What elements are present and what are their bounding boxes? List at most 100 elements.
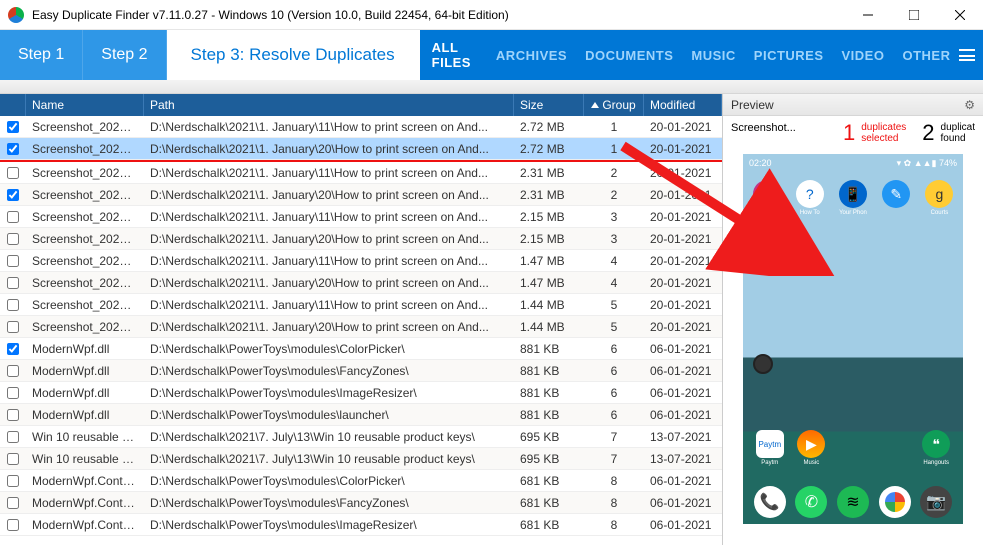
- cell-group: 5: [584, 298, 644, 312]
- col-path[interactable]: Path: [144, 94, 514, 116]
- cell-size: 1.47 MB: [514, 254, 584, 268]
- duplicates-found-count: 2: [922, 122, 934, 144]
- table-row[interactable]: Screenshot_202101...D:\Nerdschalk\2021\1…: [0, 316, 722, 338]
- tab-step3[interactable]: Step 3: Resolve Duplicates: [167, 30, 420, 80]
- row-checkbox[interactable]: [7, 143, 19, 155]
- table-row[interactable]: Screenshot_202101...D:\Nerdschalk\2021\1…: [0, 228, 722, 250]
- cell-name: Screenshot_202101...: [26, 210, 144, 224]
- table-row[interactable]: Screenshot_202101...D:\Nerdschalk\2021\1…: [0, 138, 722, 160]
- col-checkbox[interactable]: [0, 94, 26, 116]
- table-row[interactable]: Screenshot_202101...D:\Nerdschalk\2021\1…: [0, 162, 722, 184]
- table-row[interactable]: Screenshot_202101...D:\Nerdschalk\2021\1…: [0, 184, 722, 206]
- cell-path: D:\Nerdschalk\PowerToys\modules\FancyZon…: [144, 496, 514, 510]
- row-checkbox[interactable]: [7, 519, 19, 531]
- grid-header: Name Path Size Group Modified: [0, 94, 722, 116]
- row-checkbox[interactable]: [7, 343, 19, 355]
- table-row[interactable]: ModernWpf.dllD:\Nerdschalk\PowerToys\mod…: [0, 338, 722, 360]
- preview-image: 02:20▾ ✿ ▲▲▮ 74% Instagram ?How To 📱Your…: [743, 154, 963, 524]
- filter-other[interactable]: Other: [902, 48, 950, 63]
- row-checkbox[interactable]: [7, 233, 19, 245]
- row-checkbox[interactable]: [7, 387, 19, 399]
- cell-size: 881 KB: [514, 342, 584, 356]
- hamburger-menu[interactable]: [950, 30, 983, 80]
- cell-name: ModernWpf.dll: [26, 364, 144, 378]
- table-row[interactable]: Screenshot_202101...D:\Nerdschalk\2021\1…: [0, 272, 722, 294]
- cell-path: D:\Nerdschalk\2021\1. January\11\How to …: [144, 254, 514, 268]
- table-row[interactable]: ModernWpf.dllD:\Nerdschalk\PowerToys\mod…: [0, 382, 722, 404]
- table-row[interactable]: ModernWpf.dllD:\Nerdschalk\PowerToys\mod…: [0, 360, 722, 382]
- col-name[interactable]: Name: [26, 94, 144, 116]
- tab-step2[interactable]: Step 2: [83, 30, 166, 80]
- cell-path: D:\Nerdschalk\2021\1. January\11\How to …: [144, 210, 514, 224]
- row-checkbox[interactable]: [7, 211, 19, 223]
- table-row[interactable]: Win 10 reusable pro...D:\Nerdschalk\2021…: [0, 448, 722, 470]
- cell-modified: 20-01-2021: [644, 210, 722, 224]
- cell-name: ModernWpf.Controls....: [26, 518, 144, 532]
- cell-path: D:\Nerdschalk\2021\1. January\20\How to …: [144, 320, 514, 334]
- table-row[interactable]: ModernWpf.Controls....D:\Nerdschalk\Powe…: [0, 492, 722, 514]
- filter-archives[interactable]: Archives: [496, 48, 567, 63]
- maximize-button[interactable]: [891, 0, 937, 30]
- cell-modified: 06-01-2021: [644, 474, 722, 488]
- cell-modified: 20-01-2021: [644, 232, 722, 246]
- row-checkbox[interactable]: [7, 255, 19, 267]
- table-row[interactable]: Screenshot_202101...D:\Nerdschalk\2021\1…: [0, 294, 722, 316]
- row-checkbox[interactable]: [7, 121, 19, 133]
- cell-group: 7: [584, 452, 644, 466]
- row-checkbox[interactable]: [7, 167, 19, 179]
- cell-group: 7: [584, 430, 644, 444]
- filter-documents[interactable]: Documents: [585, 48, 673, 63]
- col-group[interactable]: Group: [584, 94, 644, 116]
- row-checkbox[interactable]: [7, 497, 19, 509]
- cell-name: Screenshot_202101...: [26, 232, 144, 246]
- row-checkbox[interactable]: [7, 277, 19, 289]
- row-checkbox[interactable]: [7, 321, 19, 333]
- row-checkbox[interactable]: [7, 299, 19, 311]
- cell-group: 6: [584, 342, 644, 356]
- cell-modified: 13-07-2021: [644, 430, 722, 444]
- cell-path: D:\Nerdschalk\2021\1. January\20\How to …: [144, 188, 514, 202]
- cell-name: Win 10 reusable pro...: [26, 430, 144, 444]
- cell-path: D:\Nerdschalk\2021\1. January\11\How to …: [144, 120, 514, 134]
- table-row[interactable]: ModernWpf.Controls....D:\Nerdschalk\Powe…: [0, 470, 722, 492]
- row-checkbox[interactable]: [7, 475, 19, 487]
- table-row[interactable]: Screenshot_202101...D:\Nerdschalk\2021\1…: [0, 206, 722, 228]
- row-checkbox[interactable]: [7, 365, 19, 377]
- cell-path: D:\Nerdschalk\2021\1. January\11\How to …: [144, 298, 514, 312]
- cell-modified: 20-01-2021: [644, 142, 722, 156]
- filter-all[interactable]: All Files: [432, 40, 478, 70]
- table-row[interactable]: ModernWpf.Controls....D:\Nerdschalk\Powe…: [0, 514, 722, 536]
- cell-size: 681 KB: [514, 518, 584, 532]
- preview-settings-icon[interactable]: ⚙: [964, 98, 975, 112]
- cell-group: 1: [584, 120, 644, 134]
- cell-path: D:\Nerdschalk\PowerToys\modules\ColorPic…: [144, 342, 514, 356]
- row-checkbox[interactable]: [7, 431, 19, 443]
- filter-pictures[interactable]: Pictures: [754, 48, 824, 63]
- cell-name: ModernWpf.Controls....: [26, 474, 144, 488]
- row-checkbox[interactable]: [7, 189, 19, 201]
- cell-name: Screenshot_202101...: [26, 276, 144, 290]
- filter-video[interactable]: Video: [842, 48, 885, 63]
- col-size[interactable]: Size: [514, 94, 584, 116]
- row-checkbox[interactable]: [7, 409, 19, 421]
- row-checkbox[interactable]: [7, 453, 19, 465]
- col-modified[interactable]: Modified: [644, 94, 722, 116]
- cell-name: Screenshot_202101...: [26, 142, 144, 156]
- close-button[interactable]: [937, 0, 983, 30]
- cell-group: 6: [584, 408, 644, 422]
- minimize-button[interactable]: [845, 0, 891, 30]
- table-row[interactable]: Screenshot_202101...D:\Nerdschalk\2021\1…: [0, 250, 722, 272]
- table-row[interactable]: ModernWpf.dllD:\Nerdschalk\PowerToys\mod…: [0, 404, 722, 426]
- duplicates-selected-count: 1: [843, 122, 855, 144]
- cell-path: D:\Nerdschalk\2021\1. January\11\How to …: [144, 166, 514, 180]
- cell-size: 2.72 MB: [514, 120, 584, 134]
- cell-path: D:\Nerdschalk\2021\1. January\20\How to …: [144, 232, 514, 246]
- table-row[interactable]: Screenshot_202101...D:\Nerdschalk\2021\1…: [0, 116, 722, 138]
- cell-group: 6: [584, 386, 644, 400]
- filter-music[interactable]: Music: [691, 48, 735, 63]
- tab-step1[interactable]: Step 1: [0, 30, 83, 80]
- grid-body[interactable]: Screenshot_202101...D:\Nerdschalk\2021\1…: [0, 116, 722, 545]
- table-row[interactable]: Win 10 reusable pro...D:\Nerdschalk\2021…: [0, 426, 722, 448]
- cell-group: 6: [584, 364, 644, 378]
- cell-group: 1: [584, 142, 644, 156]
